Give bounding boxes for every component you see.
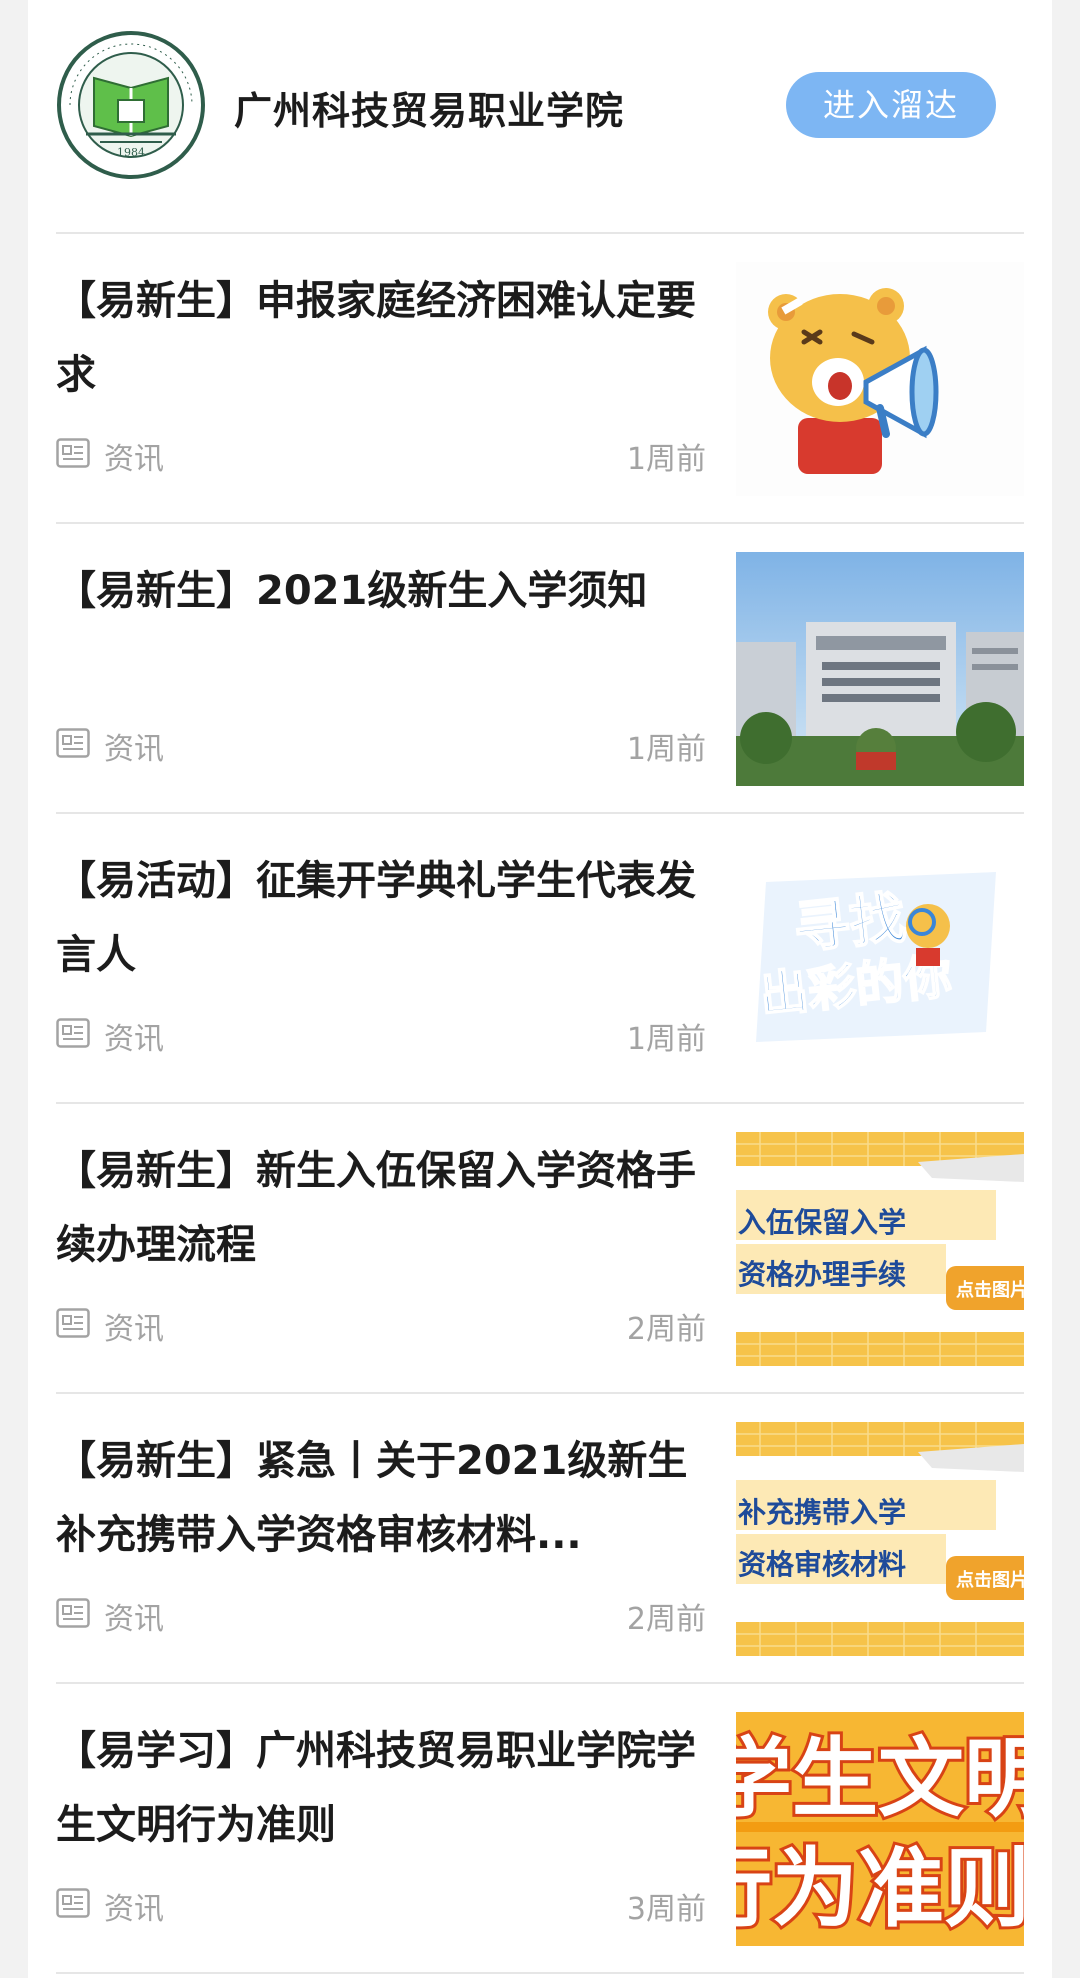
- divider: [56, 1972, 1024, 1974]
- article-category: 资讯: [104, 1602, 164, 1637]
- article-time: 2周前: [626, 1602, 706, 1637]
- news-doc-icon: [56, 728, 90, 762]
- news-doc-icon: [56, 438, 90, 472]
- article-time: 1周前: [626, 442, 706, 477]
- article-category: 资讯: [104, 1892, 164, 1927]
- school-header: 1984 广州科技贸易职业学院 进入溜达: [28, 30, 996, 180]
- list-item[interactable]: 【易学习】广州科技贸易职业学院学生文明行为准则 资讯 3周前 学生文明 行为准则: [56, 1684, 1024, 1974]
- article-meta: 资讯 3周前: [56, 1882, 706, 1927]
- list-item[interactable]: 【易活动】征集开学典礼学生代表发言人 资讯 1周前 寻找 出彩的你: [56, 814, 1024, 1104]
- banner-text: 补充携带入学: [738, 1496, 906, 1529]
- article-title[interactable]: 【易新生】2021级新生入学须知: [56, 554, 716, 628]
- article-title[interactable]: 【易学习】广州科技贸易职业学院学生文明行为准则: [56, 1714, 716, 1862]
- campus-building-photo[interactable]: [736, 552, 1024, 786]
- article-meta: 资讯 2周前: [56, 1302, 706, 1347]
- banner-text: 资格审核材料: [738, 1548, 906, 1581]
- rules-banner-image[interactable]: 学生文明 行为准则: [736, 1712, 1024, 1946]
- notice-banner-image[interactable]: 入伍保留入学 资格办理手续 点击图片: [736, 1132, 1024, 1366]
- article-time: 1周前: [626, 1022, 706, 1057]
- banner-tag: 点击图片: [956, 1279, 1024, 1301]
- list-item[interactable]: 【易新生】申报家庭经济困难认定要求 资讯 1周前: [56, 234, 1024, 524]
- article-title[interactable]: 【易新生】新生入伍保留入学资格手续办理流程: [56, 1134, 716, 1282]
- article-meta: 资讯 1周前: [56, 1012, 706, 1057]
- logo-year: 1984: [117, 146, 145, 159]
- search-banner-image[interactable]: 寻找 出彩的你: [736, 842, 1024, 1076]
- article-time: 3周前: [626, 1892, 706, 1927]
- news-doc-icon: [56, 1888, 90, 1922]
- article-category: 资讯: [104, 1312, 164, 1347]
- banner-text: 入伍保留入学: [738, 1206, 906, 1239]
- banner-text: 寻找: [791, 886, 909, 962]
- bear-megaphone-image[interactable]: [736, 262, 1024, 496]
- article-category: 资讯: [104, 442, 164, 477]
- news-doc-icon: [56, 1308, 90, 1342]
- article-category: 资讯: [104, 1022, 164, 1057]
- school-name[interactable]: 广州科技贸易职业学院: [234, 80, 624, 135]
- article-meta: 资讯 1周前: [56, 432, 706, 477]
- banner-text: 学生文明: [736, 1729, 1024, 1829]
- article-meta: 资讯 2周前: [56, 1592, 706, 1637]
- article-title[interactable]: 【易活动】征集开学典礼学生代表发言人: [56, 844, 716, 992]
- notice-banner-image[interactable]: 补充携带入学 资格审核材料 点击图片: [736, 1422, 1024, 1656]
- list-item[interactable]: 【易新生】新生入伍保留入学资格手续办理流程 资讯 2周前 入伍保留入学 资格办理…: [56, 1104, 1024, 1394]
- article-title[interactable]: 【易新生】紧急丨关于2021级新生补充携带入学资格审核材料...: [56, 1424, 716, 1572]
- enter-button[interactable]: 进入溜达: [786, 72, 996, 138]
- list-item[interactable]: 【易新生】紧急丨关于2021级新生补充携带入学资格审核材料... 资讯 2周前 …: [56, 1394, 1024, 1684]
- banner-tag: 点击图片: [956, 1569, 1024, 1591]
- banner-text: 行为准则: [736, 1839, 1024, 1939]
- banner-text: 资格办理手续: [738, 1258, 906, 1291]
- article-time: 1周前: [626, 732, 706, 767]
- list-item[interactable]: 【易新生】2021级新生入学须知 资讯 1周前: [56, 524, 1024, 814]
- article-time: 2周前: [626, 1312, 706, 1347]
- news-doc-icon: [56, 1598, 90, 1632]
- article-meta: 资讯 1周前: [56, 722, 706, 767]
- article-title[interactable]: 【易新生】申报家庭经济困难认定要求: [56, 264, 716, 412]
- college-seal-logo[interactable]: 1984: [56, 30, 206, 180]
- news-doc-icon: [56, 1018, 90, 1052]
- article-category: 资讯: [104, 732, 164, 767]
